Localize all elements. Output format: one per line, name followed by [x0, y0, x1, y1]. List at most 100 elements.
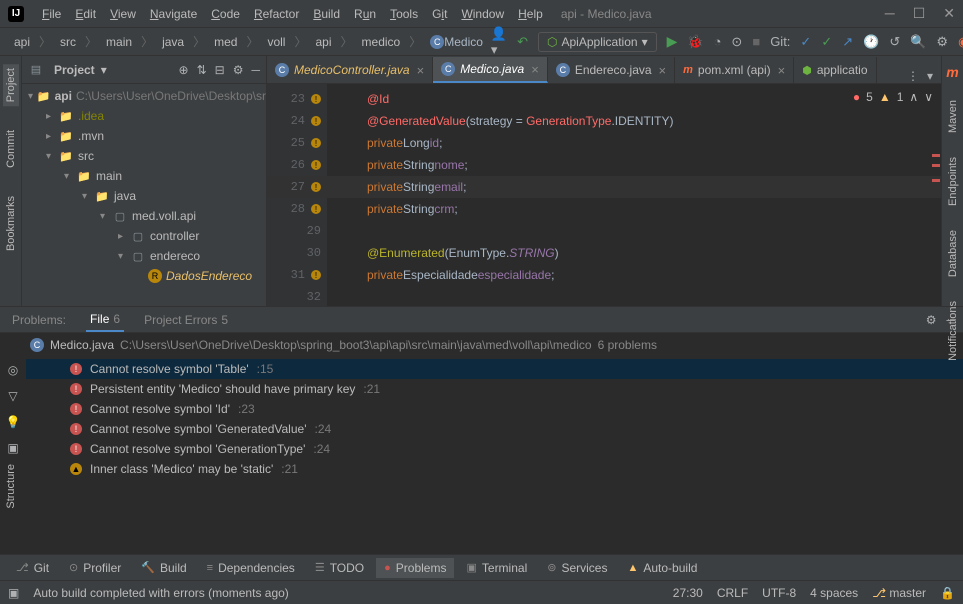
tab-medicocontroller[interactable]: C MedicoController.java × — [267, 57, 433, 83]
tree-pkg[interactable]: ▾▢ med.voll.api — [22, 206, 266, 226]
menu-git[interactable]: Git — [426, 4, 453, 24]
tree-dados[interactable]: R DadosEndereco — [22, 266, 266, 286]
warning-icon[interactable]: ! — [311, 160, 321, 170]
git-rollback-icon[interactable]: ↺ — [889, 34, 900, 50]
warning-icon[interactable]: ! — [311, 116, 321, 126]
close-icon[interactable]: × — [778, 63, 786, 78]
close-button[interactable]: ✕ — [943, 5, 955, 22]
crumb-src[interactable]: src — [54, 33, 82, 51]
todo-tab[interactable]: ☰TODO — [307, 558, 372, 578]
menu-help[interactable]: Help — [512, 4, 549, 24]
tree-src[interactable]: ▾📁 src — [22, 146, 266, 166]
problems-tab[interactable]: ●Problems — [376, 558, 454, 578]
terminal-tab[interactable]: ▣Terminal — [458, 558, 535, 578]
tree-endereco[interactable]: ▾▢ endereco — [22, 246, 266, 266]
structure-tool-button[interactable]: Structure — [3, 460, 19, 513]
users-icon[interactable]: 👤▾ — [491, 26, 507, 58]
warning-icon[interactable]: ! — [311, 182, 321, 192]
menu-run[interactable]: Run — [348, 4, 382, 24]
code-text[interactable]: @Id @GeneratedValue(strategy = Generatio… — [327, 84, 941, 306]
close-icon[interactable]: × — [417, 63, 425, 78]
git-branch[interactable]: ⎇ master — [872, 586, 926, 600]
autobuild-tab[interactable]: ▲Auto-build — [619, 558, 705, 578]
profile-button[interactable]: ⊙ — [731, 34, 742, 50]
file-encoding[interactable]: UTF-8 — [762, 586, 796, 600]
more-tabs-icon[interactable]: ⋮ — [907, 69, 919, 83]
tab-application[interactable]: ⬢ applicatio — [794, 57, 876, 83]
select-opened-icon[interactable]: ⊕ — [179, 63, 189, 77]
back-arrow-icon[interactable]: ↶ — [517, 34, 528, 50]
close-icon[interactable]: × — [531, 62, 539, 77]
problem-row[interactable]: ▲Inner class 'Medico' may be 'static':21 — [26, 459, 963, 479]
hide-icon[interactable]: ─ — [251, 63, 260, 77]
warning-icon[interactable]: ! — [311, 138, 321, 148]
code-area[interactable]: 23! 24! 25! 26! 27! 28! 29 30 31! 32 @Id… — [267, 84, 941, 306]
crumb-med[interactable]: med — [208, 33, 243, 51]
endpoints-tool-button[interactable]: Endpoints — [945, 153, 961, 210]
git-history-icon[interactable]: 🕐 — [863, 34, 879, 50]
expand-all-icon[interactable]: ⇅ — [197, 63, 207, 77]
git-update-icon[interactable]: ✓ — [800, 34, 811, 50]
tree-mvn[interactable]: ▸📁 .mvn — [22, 126, 266, 146]
close-icon[interactable]: × — [659, 63, 667, 78]
profiler-tab[interactable]: ⊙Profiler — [61, 558, 129, 578]
menu-tools[interactable]: Tools — [384, 4, 424, 24]
tree-controller[interactable]: ▸▢ controller — [22, 226, 266, 246]
dependencies-tab[interactable]: ≡Dependencies — [199, 558, 303, 578]
problems-file-tab[interactable]: File6 — [86, 308, 124, 332]
menu-view[interactable]: View — [104, 4, 142, 24]
line-separator[interactable]: CRLF — [717, 586, 748, 600]
problem-row[interactable]: !Cannot resolve symbol 'Table':15 — [26, 359, 963, 379]
warning-icon[interactable]: ! — [311, 270, 321, 280]
minimize-button[interactable]: ─ — [885, 5, 895, 22]
tab-endereco[interactable]: C Endereco.java × — [548, 57, 675, 83]
menu-code[interactable]: Code — [205, 4, 246, 24]
plugins-icon[interactable]: ◉ — [958, 34, 963, 50]
notifications-tool-button[interactable]: Notifications — [945, 297, 961, 365]
project-tree[interactable]: ▾📁 api C:\Users\User\OneDrive\Desktop\sr… — [22, 84, 266, 306]
crumb-api[interactable]: api — [8, 33, 36, 51]
inspection-widget[interactable]: ●5 ▲1 ∧ ∨ — [853, 90, 933, 104]
error-stripe[interactable] — [931, 84, 941, 306]
git-tab[interactable]: ⎇Git — [8, 558, 57, 578]
menu-edit[interactable]: Edit — [69, 4, 102, 24]
indent-setting[interactable]: 4 spaces — [810, 586, 858, 600]
tab-medico[interactable]: C Medico.java × — [433, 57, 548, 83]
problems-project-tab[interactable]: Project Errors5 — [140, 309, 232, 331]
services-tab[interactable]: ⊚Services — [539, 558, 615, 578]
project-tool-button[interactable]: Project — [3, 64, 19, 106]
settings-icon[interactable]: ⚙ — [233, 63, 244, 77]
maven-tool-button[interactable]: m — [946, 64, 958, 80]
maximize-button[interactable]: ☐ — [913, 5, 926, 22]
menu-file[interactable]: File — [36, 4, 67, 24]
crumb-medico[interactable]: medico — [356, 33, 407, 51]
chevron-down-icon[interactable]: ▾ — [101, 63, 107, 77]
commit-tool-button[interactable]: Commit — [3, 126, 19, 172]
git-commit-icon[interactable]: ✓ — [821, 34, 832, 50]
debug-button[interactable]: 🐞 — [687, 34, 703, 50]
menu-navigate[interactable]: Navigate — [144, 4, 203, 24]
chevron-down-icon[interactable]: ▾ — [927, 69, 933, 83]
crumb-voll[interactable]: voll — [261, 33, 291, 51]
settings-icon[interactable]: ⚙ — [926, 313, 937, 327]
crumb-class[interactable]: CMedico — [424, 33, 489, 51]
chevron-up-icon[interactable]: ∧ — [909, 90, 918, 104]
run-config-selector[interactable]: ⬡ ApiApplication ▾ — [538, 32, 657, 52]
tab-pom[interactable]: m pom.xml (api) × — [675, 57, 794, 83]
git-push-icon[interactable]: ↗ — [842, 34, 853, 50]
database-tool-button[interactable]: Database — [945, 226, 961, 281]
problem-row[interactable]: !Cannot resolve symbol 'GeneratedValue':… — [26, 419, 963, 439]
crumb-main[interactable]: main — [100, 33, 138, 51]
problem-row[interactable]: !Cannot resolve symbol 'Id':23 — [26, 399, 963, 419]
crumb-api2[interactable]: api — [310, 33, 338, 51]
filter-icon[interactable]: ▽ — [8, 389, 17, 403]
run-button[interactable]: ▶ — [667, 33, 678, 50]
crumb-java[interactable]: java — [156, 33, 190, 51]
tool-windows-icon[interactable]: ▣ — [8, 586, 19, 600]
settings-icon[interactable]: ⚙ — [936, 34, 948, 50]
expand-icon[interactable]: ▣ — [7, 441, 18, 455]
bulb-icon[interactable]: 💡 — [6, 415, 21, 429]
lock-icon[interactable]: 🔒 — [940, 586, 955, 600]
coverage-button[interactable]: ◔ — [714, 34, 722, 49]
problems-file-header[interactable]: C Medico.java C:\Users\User\OneDrive\Des… — [0, 333, 963, 357]
